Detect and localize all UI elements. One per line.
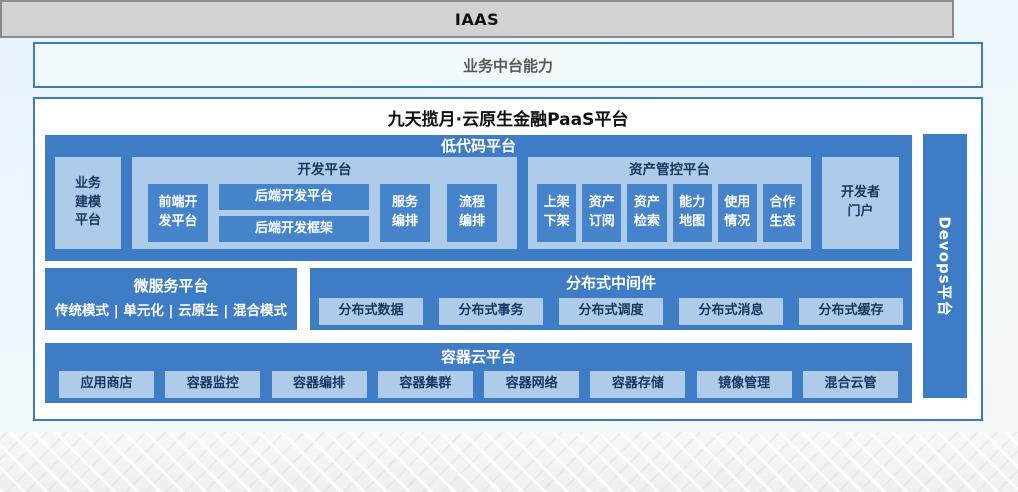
asset-item-label: 合作生态 xyxy=(769,194,795,232)
banner-title: 业务中台能力 xyxy=(463,55,553,76)
business-middle-platform-banner: 业务中台能力 xyxy=(33,42,983,88)
iaas-label: IAAS xyxy=(455,10,499,29)
business-modeling-label: 业务建模平台 xyxy=(75,175,101,232)
container-network-box: 容器网络 xyxy=(484,371,579,398)
backend-dev-platform-box: 后端开发平台 xyxy=(219,184,369,210)
business-modeling-platform-box: 业务建模平台 xyxy=(55,157,121,249)
middleware-row: 分布式数据 分布式事务 分布式调度 分布式消息 分布式缓存 xyxy=(310,298,912,325)
middleware-data-box: 分布式数据 xyxy=(319,298,423,325)
container-cloud-title: 容器云平台 xyxy=(45,346,912,368)
microservice-modes: 传统模式 | 单元化 | 云原生 | 混合模式 xyxy=(45,299,297,319)
dev-platform-panel: 开发平台 前端开发平台 后端开发平台 后端开发框架 xyxy=(132,157,517,249)
container-item-label: 容器集群 xyxy=(399,375,451,394)
container-item-label: 容器存储 xyxy=(612,375,664,394)
process-orchestration-box: 流程编排 xyxy=(447,184,497,242)
frontend-dev-platform-box: 前端开发平台 xyxy=(148,184,208,242)
backend-platform-label: 后端开发平台 xyxy=(255,188,333,207)
paas-platform-container: 九天揽月·云原生金融PaaS平台 低代码平台 业务建模平台 开发平台 前端开发平… xyxy=(33,97,983,421)
image-management-box: 镜像管理 xyxy=(697,371,792,398)
app-store-box: 应用商店 xyxy=(59,371,154,398)
distributed-middleware-section: 分布式中间件 分布式数据 分布式事务 分布式调度 分布式消息 分布式缓存 xyxy=(310,268,912,330)
middleware-item-label: 分布式缓存 xyxy=(818,302,883,321)
devops-platform-bar: Devops平台 xyxy=(923,134,967,398)
asset-item-capability-map-box: 能力地图 xyxy=(673,184,712,242)
asset-item-listing-box: 上架下架 xyxy=(537,184,576,242)
dev-platform-row: 前端开发平台 后端开发平台 后端开发框架 服务编排 xyxy=(132,184,517,242)
asset-item-cooperation-box: 合作生态 xyxy=(763,184,802,242)
background-pattern xyxy=(0,432,1018,492)
developer-portal-label: 开发者门户 xyxy=(841,184,880,222)
hybrid-cloud-management-box: 混合云管 xyxy=(803,371,898,398)
middleware-cache-box: 分布式缓存 xyxy=(799,298,903,325)
developer-portal-box: 开发者门户 xyxy=(822,157,899,249)
middleware-item-label: 分布式消息 xyxy=(698,302,763,321)
frontend-dev-label: 前端开发平台 xyxy=(159,194,198,232)
lowcode-platform-section: 低代码平台 业务建模平台 开发平台 前端开发平台 后端开发平台 xyxy=(45,135,912,261)
middleware-item-label: 分布式数据 xyxy=(338,302,403,321)
platform-title: 九天揽月·云原生金融PaaS平台 xyxy=(35,105,981,130)
service-orchestration-box: 服务编排 xyxy=(380,184,430,242)
container-cluster-box: 容器集群 xyxy=(378,371,473,398)
process-orchestration-label: 流程编排 xyxy=(459,194,485,232)
middleware-item-label: 分布式事务 xyxy=(458,302,523,321)
architecture-diagram: 业务中台能力 九天揽月·云原生金融PaaS平台 低代码平台 业务建模平台 开发平… xyxy=(0,0,1018,492)
asset-item-label: 资产检索 xyxy=(634,194,660,232)
lowcode-title: 低代码平台 xyxy=(45,135,912,157)
asset-item-label: 能力地图 xyxy=(679,194,705,232)
asset-item-label: 使用情况 xyxy=(724,194,750,232)
lowcode-row: 业务建模平台 开发平台 前端开发平台 后端开发平台 后端开发框 xyxy=(45,157,912,249)
container-item-label: 容器编排 xyxy=(293,375,345,394)
container-orchestration-box: 容器编排 xyxy=(272,371,367,398)
container-cloud-row: 应用商店 容器监控 容器编排 容器集群 容器网络 容器存储 镜像 xyxy=(45,371,912,398)
devops-label: Devops平台 xyxy=(935,216,956,316)
microservice-platform-section: 微服务平台 传统模式 | 单元化 | 云原生 | 混合模式 xyxy=(45,268,297,330)
asset-control-row: 上架下架 资产订阅 资产检索 能力地图 使用情况 xyxy=(528,184,811,242)
container-item-label: 容器网络 xyxy=(506,375,558,394)
microservice-title: 微服务平台 xyxy=(45,275,297,297)
backend-framework-label: 后端开发框架 xyxy=(255,220,333,239)
middleware-title: 分布式中间件 xyxy=(310,272,912,294)
container-item-label: 镜像管理 xyxy=(718,375,770,394)
dev-platform-title: 开发平台 xyxy=(132,157,517,181)
asset-item-label: 上架下架 xyxy=(544,194,570,232)
container-item-label: 容器监控 xyxy=(187,375,239,394)
middleware-item-label: 分布式调度 xyxy=(578,302,643,321)
middleware-transaction-box: 分布式事务 xyxy=(439,298,543,325)
container-monitoring-box: 容器监控 xyxy=(165,371,260,398)
asset-item-usage-box: 使用情况 xyxy=(718,184,757,242)
service-orchestration-label: 服务编排 xyxy=(392,194,418,232)
container-item-label: 混合云管 xyxy=(824,375,876,394)
asset-item-search-box: 资产检索 xyxy=(627,184,666,242)
asset-item-subscription-box: 资产订阅 xyxy=(582,184,621,242)
asset-control-panel: 资产管控平台 上架下架 资产订阅 资产检索 能力地图 xyxy=(528,157,811,249)
backend-stack: 后端开发平台 后端开发框架 xyxy=(219,184,369,242)
backend-dev-framework-box: 后端开发框架 xyxy=(219,216,369,242)
asset-control-title: 资产管控平台 xyxy=(528,157,811,181)
iaas-layer-bar: IAAS xyxy=(0,0,954,38)
asset-item-label: 资产订阅 xyxy=(589,194,615,232)
container-storage-box: 容器存储 xyxy=(590,371,685,398)
container-item-label: 应用商店 xyxy=(80,375,132,394)
middleware-scheduling-box: 分布式调度 xyxy=(559,298,663,325)
middleware-message-box: 分布式消息 xyxy=(679,298,783,325)
container-cloud-section: 容器云平台 应用商店 容器监控 容器编排 容器集群 容器网络 容器存 xyxy=(45,343,912,403)
